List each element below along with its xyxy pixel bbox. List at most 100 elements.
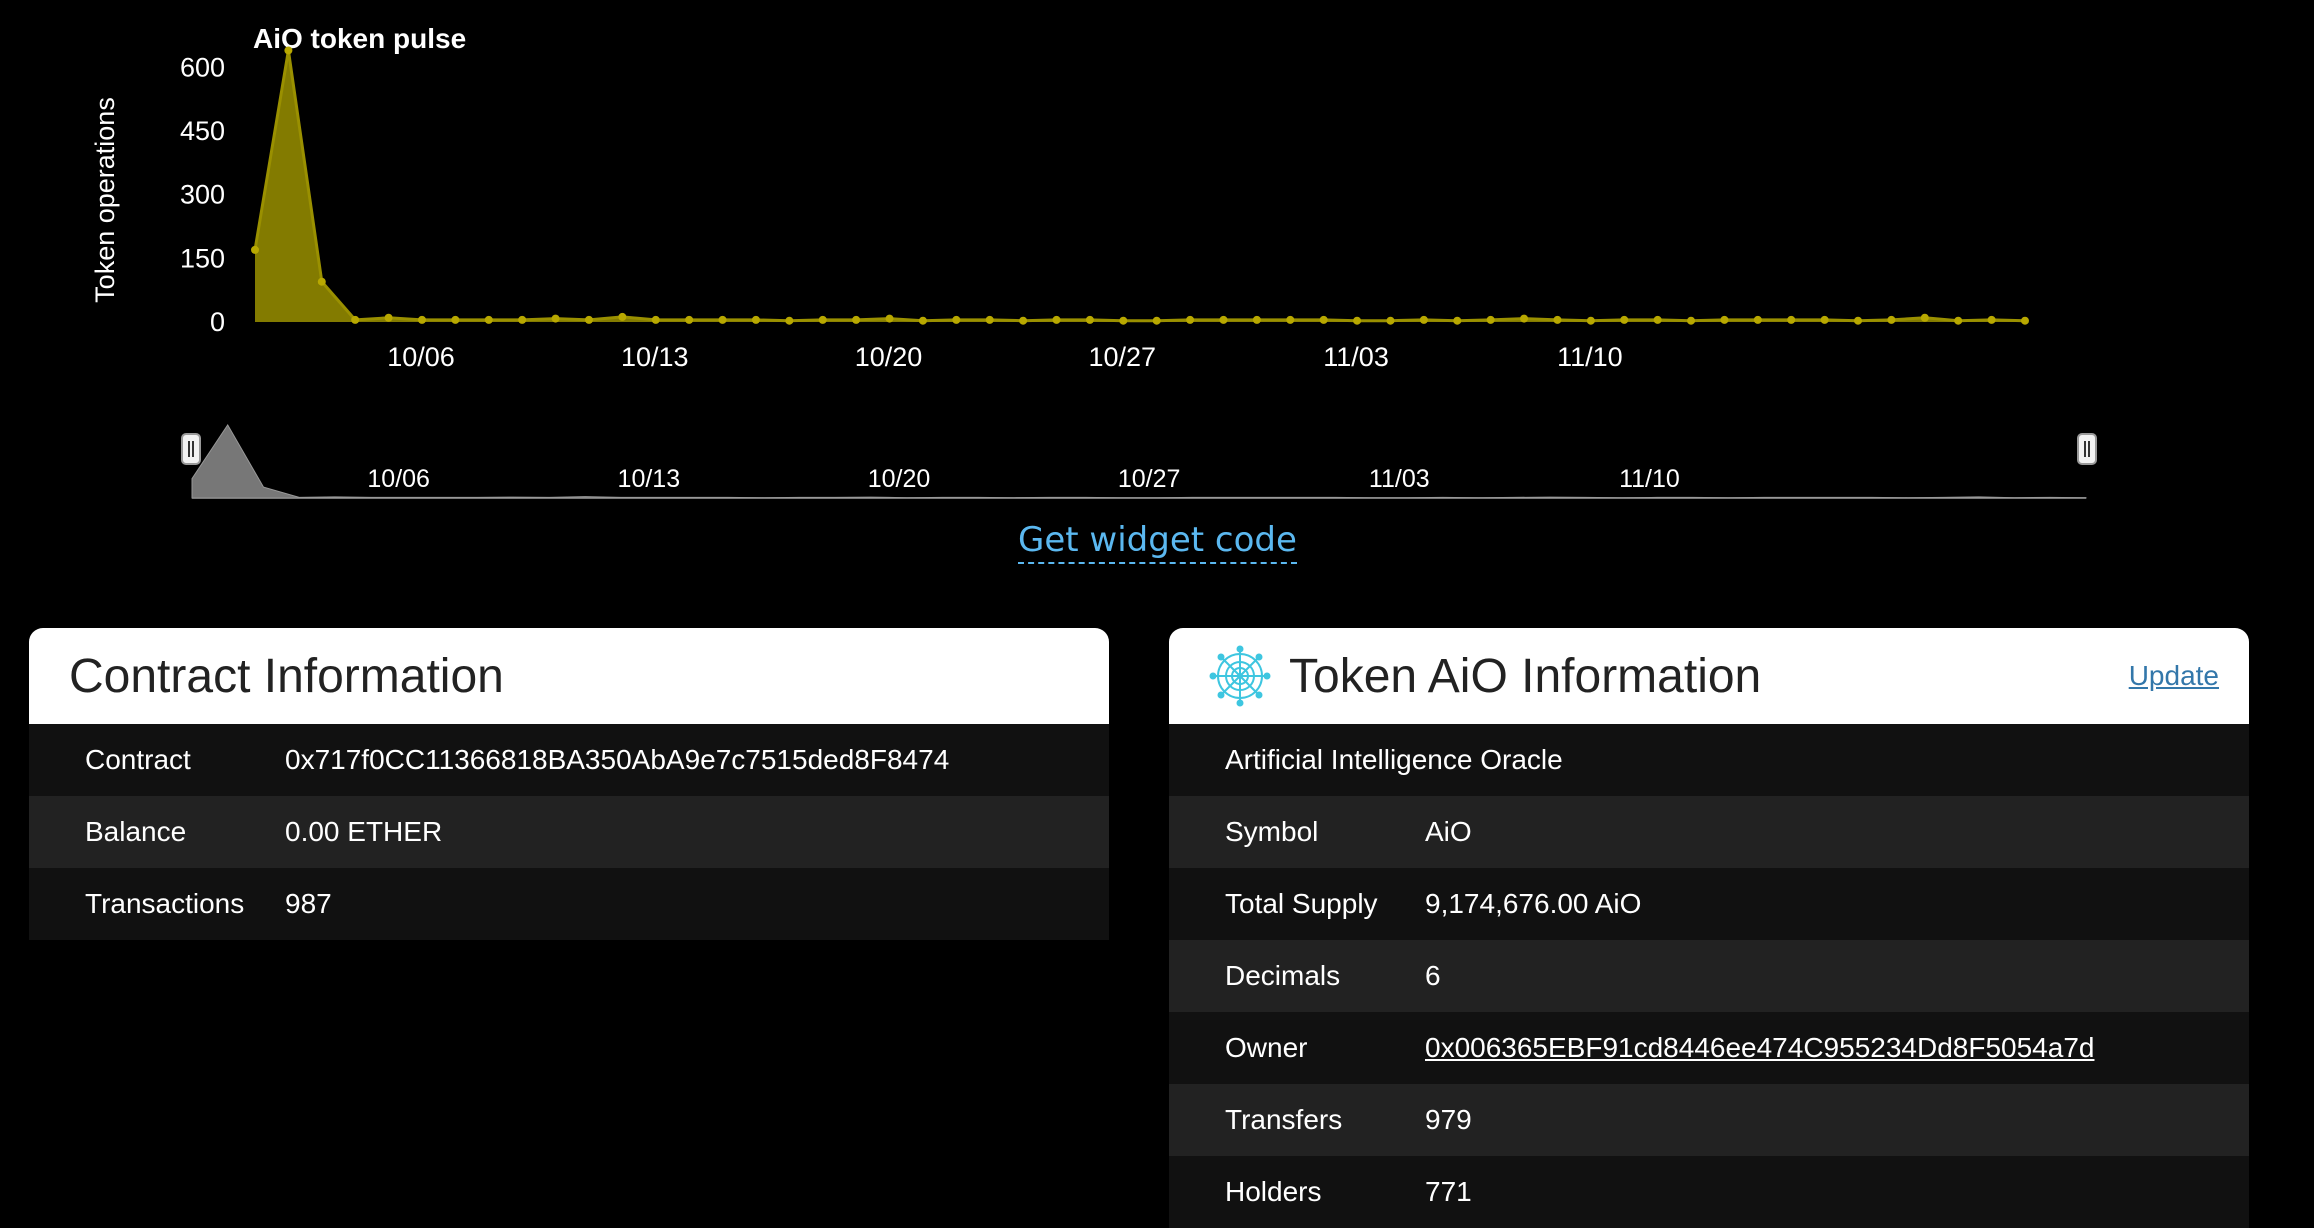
data-point [852, 315, 861, 324]
x-tick-label: 11/10 [1557, 342, 1623, 372]
data-point [1787, 315, 1796, 324]
transactions-value: 987 [285, 888, 332, 919]
x-tick-label: 10/06 [387, 342, 455, 372]
navigator-tick-label: 10/13 [618, 465, 681, 493]
data-point [1286, 315, 1295, 324]
row-key: Owner [1225, 1032, 1308, 1063]
update-link[interactable]: Update [2129, 660, 2219, 692]
data-point [1486, 315, 1495, 324]
x-tick-label: 10/27 [1089, 342, 1157, 372]
data-point [2021, 316, 2029, 325]
data-point [1620, 315, 1629, 324]
contract-card-header: Contract Information [29, 628, 1109, 724]
x-tick-label: 10/20 [855, 342, 923, 372]
row-key: Transactions [85, 888, 245, 919]
token-pulse-chart: AiO token pulse Token operations 6004503… [90, 23, 2097, 499]
navigator-handle-left[interactable] [181, 433, 201, 465]
navigator[interactable]: 10/06 10/13 10/20 10/27 11/03 11/10 [181, 423, 2097, 499]
data-point [685, 315, 694, 324]
y-tick-label: 0 [210, 307, 225, 337]
data-point [718, 315, 727, 324]
data-point [785, 316, 794, 325]
holders-row: Holders 771 [1169, 1156, 2249, 1228]
contract-address: 0x717f0CC11366818BA350AbA9e7c7515ded8F84… [285, 744, 950, 775]
holders-value: 771 [1425, 1176, 1472, 1207]
contract-information-card: Contract Information Contract 0x717f0CC1… [29, 628, 1109, 940]
y-tick-label: 600 [180, 52, 225, 82]
row-key: Symbol [1225, 816, 1319, 847]
y-tick-label: 150 [180, 243, 225, 273]
symbol-row: Symbol AiO [1169, 796, 2249, 868]
y-tick-label: 450 [180, 116, 225, 146]
transfers-row: Transfers 979 [1169, 1084, 2249, 1156]
navigator-tick-label: 10/20 [868, 465, 931, 493]
row-key: Transfers [1225, 1104, 1343, 1135]
data-point [1019, 316, 1028, 325]
transfers-value: 979 [1425, 1104, 1472, 1135]
navigator-tick-label: 11/03 [1369, 465, 1430, 493]
transactions-row: Transactions 987 [29, 868, 1109, 940]
data-point [1453, 316, 1462, 325]
data-point [451, 315, 460, 324]
y-axis-ticks: 600 450 300 150 0 [180, 52, 225, 337]
data-point [384, 313, 393, 322]
data-point [1319, 315, 1328, 324]
data-point [918, 316, 927, 325]
data-point [1920, 313, 1929, 322]
y-tick-label: 300 [180, 180, 225, 210]
row-key: Contract [85, 744, 191, 775]
token-card-title: Token AiO Information [1289, 649, 1762, 703]
data-point [952, 315, 961, 324]
navigator-tick-label: 11/10 [1619, 465, 1680, 493]
data-point [518, 315, 527, 324]
data-point [1520, 314, 1529, 323]
data-point [885, 314, 894, 323]
data-point [284, 46, 293, 55]
total-supply-value: 9,174,676.00 AiO [1425, 888, 1642, 919]
token-logo-icon [1209, 645, 1271, 707]
series-points [251, 46, 2029, 325]
y-axis-label: Token operations [90, 97, 120, 303]
series-area [255, 50, 2025, 322]
data-point [251, 245, 259, 254]
data-point [584, 315, 593, 324]
row-key: Total Supply [1225, 888, 1378, 919]
data-point [1954, 316, 1963, 325]
get-widget-code-link[interactable]: Get widget code [1018, 520, 1297, 564]
row-key: Holders [1225, 1176, 1322, 1207]
navigator-tick-label: 10/27 [1118, 465, 1181, 493]
decimals-value: 6 [1425, 960, 1441, 991]
data-point [1987, 315, 1996, 324]
data-point [751, 315, 760, 324]
data-point [317, 277, 326, 286]
data-point [1820, 315, 1829, 324]
data-point [1887, 315, 1896, 324]
contract-row: Contract 0x717f0CC11366818BA350AbA9e7c75… [29, 724, 1109, 796]
x-tick-label: 11/03 [1323, 342, 1389, 372]
data-point [1186, 315, 1195, 324]
balance-row: Balance 0.00 ETHER [29, 796, 1109, 868]
total-supply-row: Total Supply 9,174,676.00 AiO [1169, 868, 2249, 940]
series-line [253, 50, 2026, 323]
token-name-row: Artificial Intelligence Oracle [1169, 724, 2249, 796]
owner-address-link[interactable]: 0x006365EBF91cd8446ee474C955234Dd8F5054a… [1425, 1032, 2094, 1063]
navigator-handle-right[interactable] [2077, 433, 2097, 465]
data-point [618, 312, 627, 321]
row-key: Decimals [1225, 960, 1341, 991]
data-point [1419, 315, 1428, 324]
data-point [1586, 316, 1595, 325]
data-point [1119, 316, 1128, 325]
data-point [417, 315, 426, 324]
contract-card-title: Contract Information [69, 649, 504, 703]
data-point [1720, 315, 1729, 324]
data-point [651, 315, 660, 324]
token-name: Artificial Intelligence Oracle [1225, 744, 1563, 775]
data-point [1219, 315, 1228, 324]
data-point [484, 315, 493, 324]
data-point [1553, 315, 1562, 324]
data-point [1687, 316, 1696, 325]
x-axis-ticks: 10/06 10/13 10/20 10/27 11/03 11/10 [387, 342, 1622, 372]
navigator-ticks: 10/06 10/13 10/20 10/27 11/03 11/10 [367, 465, 1679, 493]
data-point [818, 315, 827, 324]
x-tick-label: 10/13 [621, 342, 689, 372]
